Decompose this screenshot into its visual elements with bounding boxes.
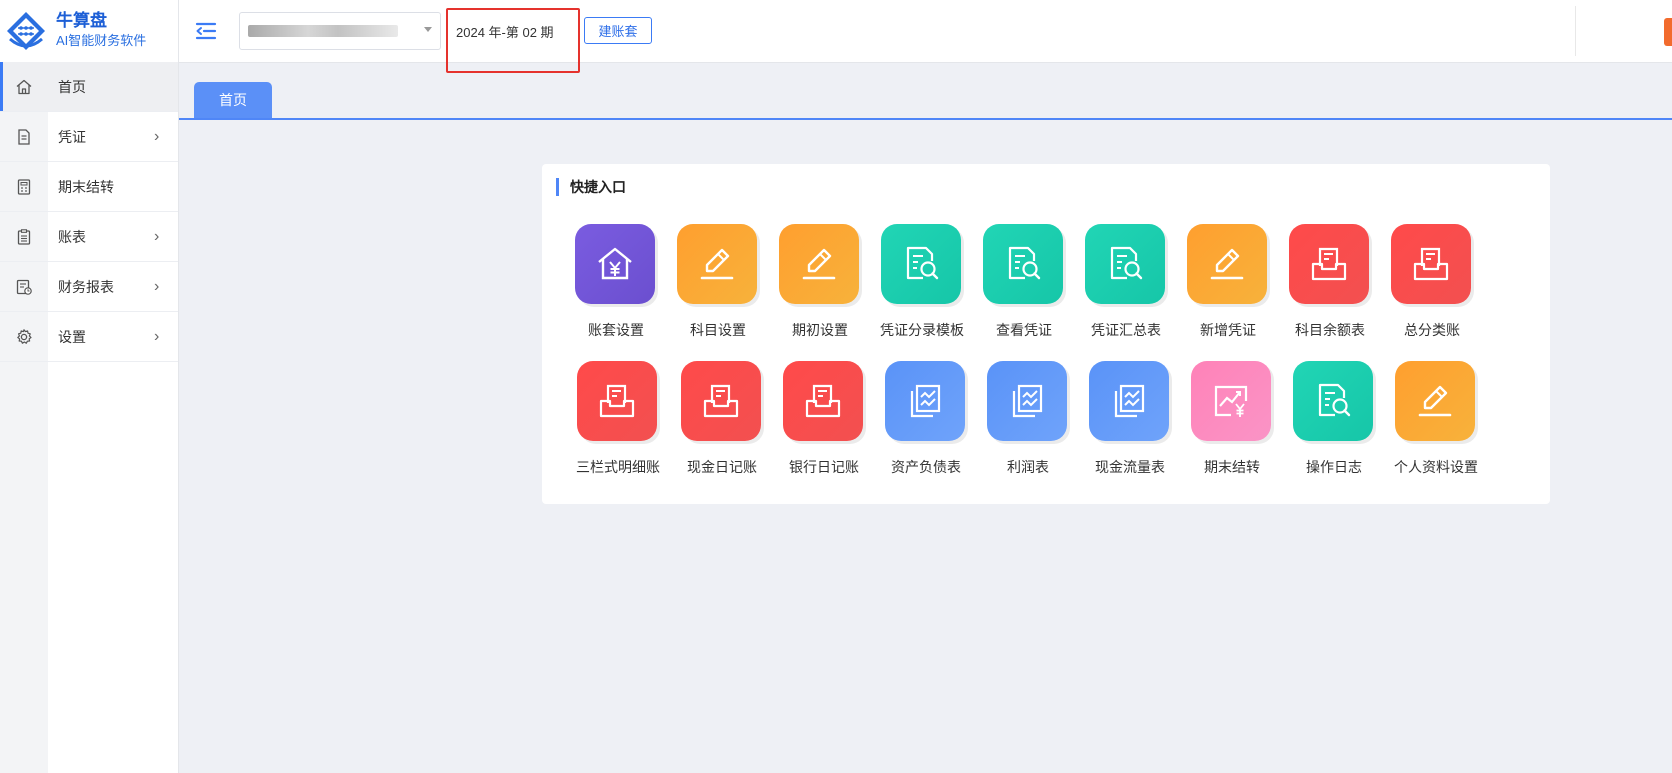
company-name-redacted (248, 25, 398, 37)
stacked-chart-icon (1089, 361, 1169, 441)
pencil-icon (677, 224, 757, 304)
doc-search-icon (881, 224, 961, 304)
sidebar-item-settings[interactable]: 设置 › (0, 312, 178, 362)
document-icon (0, 128, 48, 146)
brand-tagline: AI智能财务软件 (56, 33, 147, 48)
sidebar-item-label: 财务报表 (58, 278, 114, 295)
top-bar (179, 0, 1672, 63)
chevron-right-icon: › (154, 277, 160, 295)
pencil-icon (779, 224, 859, 304)
orange-corner-tab[interactable] (1664, 18, 1672, 46)
doc-search-icon (983, 224, 1063, 304)
chevron-right-icon: › (154, 327, 160, 345)
chevron-right-icon: › (154, 127, 160, 145)
quick-access-tile[interactable]: 个人资料设置 (1380, 361, 1492, 489)
divider (1575, 6, 1576, 56)
sidebar-item-label: 首页 (58, 78, 86, 95)
sidebar-item-home[interactable]: 首页 (0, 62, 178, 112)
new-book-button[interactable]: 建账套 (584, 17, 652, 44)
doc-search-icon (1293, 361, 1373, 441)
sidebar-item-financial-reports[interactable]: 财务报表 › (0, 262, 178, 312)
quick-access-label: 总分类账 (1404, 322, 1460, 338)
sidebar-item-voucher[interactable]: 凭证 › (0, 112, 178, 162)
calculator-icon (0, 178, 48, 196)
sidebar-menu: 首页 凭证 › 期末结转 账表 › 财务报表 › 设置 › (0, 62, 178, 362)
inbox-doc-icon (681, 361, 761, 441)
chevron-right-icon: › (154, 227, 160, 245)
report-icon (0, 278, 48, 296)
quick-access-tile[interactable]: 总分类账 (1376, 224, 1488, 352)
period-selector[interactable]: 2024 年-第 02 期 (456, 22, 554, 41)
house-yen-icon (575, 224, 655, 304)
inbox-doc-icon (1391, 224, 1471, 304)
sidebar-item-ledgers[interactable]: 账表 › (0, 212, 178, 262)
sidebar-item-label: 凭证 (58, 128, 86, 145)
company-select[interactable] (239, 12, 441, 50)
doc-search-icon (1085, 224, 1165, 304)
collapse-menu-icon[interactable] (193, 18, 219, 44)
sidebar-item-period-close[interactable]: 期末结转 (0, 162, 178, 212)
inbox-doc-icon (577, 361, 657, 441)
quick-access-card: 快捷入口 账套设置 科目设置 期初设置 凭证分录模板 查看凭证 凭证汇总表 新增凭证 科目余额… (542, 164, 1550, 504)
quick-access-label: 个人资料设置 (1394, 459, 1478, 475)
gear-icon (0, 328, 48, 346)
stacked-chart-icon (885, 361, 965, 441)
sidebar-item-label: 设置 (58, 328, 86, 345)
tabs-bar: 首页 (179, 62, 1672, 120)
inbox-doc-icon (783, 361, 863, 441)
sidebar-item-label: 账表 (58, 228, 86, 245)
home-icon (0, 78, 48, 96)
logo[interactable]: 牛算盘 AI智能财务软件 (0, 0, 178, 63)
trend-yen-icon (1191, 361, 1271, 441)
inbox-doc-icon (1289, 224, 1369, 304)
pencil-icon (1187, 224, 1267, 304)
pencil-icon (1395, 361, 1475, 441)
chevron-down-icon (424, 27, 432, 32)
tab-home[interactable]: 首页 (194, 82, 272, 118)
quick-access-title: 快捷入口 (556, 178, 626, 196)
sidebar: 牛算盘 AI智能财务软件 首页 凭证 › 期末结转 账表 › 财务报表 › 设置… (0, 0, 179, 773)
sidebar-item-label: 期末结转 (58, 178, 114, 195)
clipboard-icon (0, 228, 48, 246)
brand-name: 牛算盘 (56, 11, 107, 30)
abacus-logo-icon (7, 12, 45, 50)
stacked-chart-icon (987, 361, 1067, 441)
